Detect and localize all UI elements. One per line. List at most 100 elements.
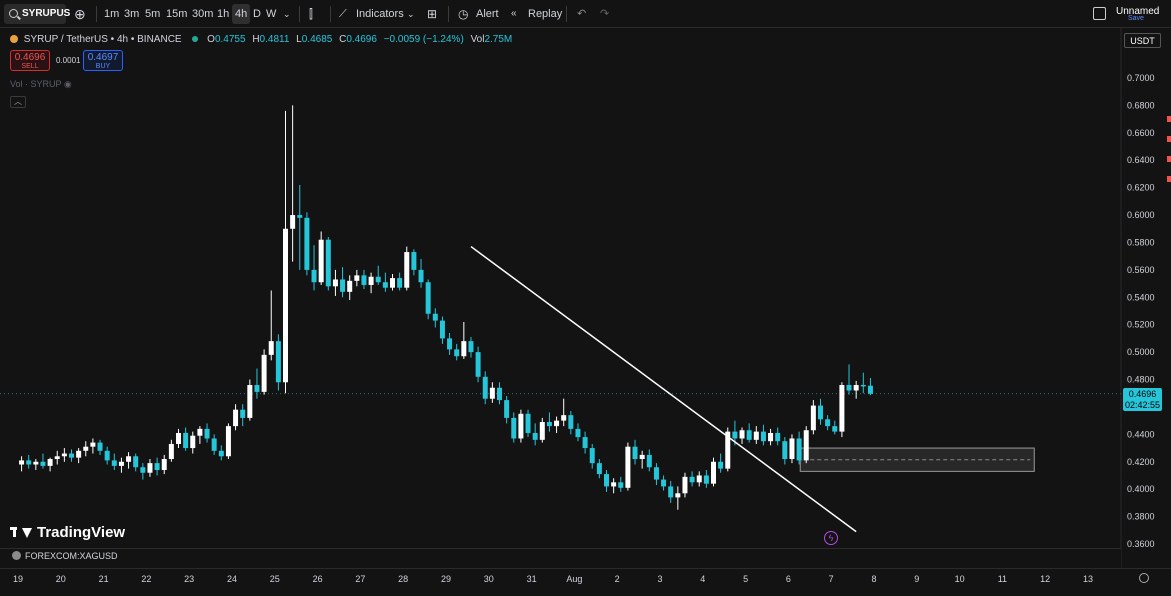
bar-countdown: 02:42:55	[1123, 400, 1162, 411]
chevron-down-icon[interactable]: ⌄	[407, 4, 415, 24]
time-tick-label: 25	[270, 574, 280, 584]
candle-body	[326, 240, 331, 287]
timeframe-5m[interactable]: 5m	[145, 4, 160, 24]
tradingview-mark-icon	[10, 525, 24, 539]
candle-body	[55, 456, 60, 459]
candle-body	[240, 410, 245, 418]
candle-type-icon[interactable]: ⫿	[309, 4, 313, 24]
price-tick-label: 0.6000	[1127, 210, 1155, 220]
candle-body	[19, 460, 24, 464]
timeframe-15m[interactable]: 15m	[166, 4, 187, 24]
candle-body	[789, 438, 794, 459]
time-axis[interactable]	[0, 568, 1171, 596]
compare-symbol[interactable]: FOREXCOM:XAGUSD	[12, 551, 118, 561]
price-tick-label: 0.5000	[1127, 347, 1155, 357]
price-tick-label: 0.4000	[1127, 484, 1155, 494]
alert-marker	[1167, 176, 1171, 182]
candle-body	[48, 459, 53, 466]
candle-body	[540, 422, 545, 440]
price-tick-label: 0.6600	[1127, 128, 1155, 138]
redo-icon[interactable]: ↷	[600, 4, 609, 24]
candle-body	[247, 385, 252, 418]
price-chart[interactable]: 0.36000.38000.40000.42000.44000.46000.48…	[0, 28, 1171, 568]
change-value: −0.0059 (−1.24%)	[384, 34, 464, 45]
candle-body	[219, 451, 224, 456]
symbol-logo-icon	[10, 35, 18, 43]
layout-checkbox-icon[interactable]	[1093, 7, 1106, 20]
time-tick-label: 12	[1040, 574, 1050, 584]
price-axis[interactable]: 0.36000.38000.40000.42000.44000.46000.48…	[1121, 28, 1171, 568]
chevron-down-icon[interactable]: ⌄	[283, 4, 291, 24]
buy-button[interactable]: 0.4697 BUY	[83, 50, 123, 71]
toolbar-divider	[566, 6, 567, 22]
candle-body	[568, 415, 573, 429]
time-tick-label: 6	[786, 574, 791, 584]
candle-body	[205, 429, 210, 439]
candle-body	[811, 406, 816, 431]
consolidation-zone[interactable]	[800, 448, 1034, 471]
candle-body	[868, 386, 873, 394]
candle-body	[640, 455, 645, 459]
gear-icon[interactable]	[1139, 573, 1149, 583]
time-tick-label: 30	[484, 574, 494, 584]
symbol-search-button[interactable]: SYRUPUS	[4, 4, 66, 24]
undo-icon[interactable]: ↶	[577, 4, 586, 24]
timeframe-1m[interactable]: 1m	[104, 4, 119, 24]
lightning-icon[interactable]: ϟ	[824, 531, 838, 545]
time-tick-label: 2	[615, 574, 620, 584]
candle-body	[668, 486, 673, 497]
time-tick-label: 10	[955, 574, 965, 584]
candle-body	[140, 467, 145, 472]
replay-icon[interactable]: «	[511, 4, 517, 24]
timeframe-30m[interactable]: 30m	[192, 4, 213, 24]
alert-button[interactable]: Alert	[476, 4, 499, 24]
sell-price: 0.4696	[11, 52, 49, 63]
replay-button[interactable]: Replay	[528, 4, 562, 24]
candle-body	[861, 385, 866, 386]
compare-add-icon[interactable]: ⊕	[74, 4, 86, 24]
spread-value: 0.0001	[56, 56, 80, 65]
volume-study-label[interactable]: Vol · SYRUP ◉	[10, 79, 72, 90]
candle-body	[561, 415, 566, 420]
timeframe-1h[interactable]: 1h	[217, 4, 229, 24]
timeframe-4h[interactable]: 4h	[232, 4, 250, 24]
tradingview-logo[interactable]: TradingView	[10, 524, 125, 544]
currency-unit-button[interactable]: USDT	[1124, 33, 1161, 48]
time-tick-label: 13	[1083, 574, 1093, 584]
time-tick-label: 29	[441, 574, 451, 584]
candle-body	[411, 252, 416, 270]
timeframe-3m[interactable]: 3m	[124, 4, 139, 24]
indicators-icon[interactable]: ⟋	[339, 4, 347, 24]
save-button[interactable]: Save	[1128, 15, 1144, 22]
candle-body	[583, 437, 588, 448]
candle-body	[354, 275, 359, 280]
timeframe-d[interactable]: D	[253, 4, 261, 24]
candle-body	[304, 218, 309, 270]
candle-body	[754, 432, 759, 440]
legend-title[interactable]: SYRUP / TetherUS • 4h • BINANCE	[24, 34, 182, 45]
candle-body	[690, 477, 695, 482]
candle-body	[454, 349, 459, 356]
candle-body	[433, 314, 438, 321]
indicators-button[interactable]: Indicators	[356, 4, 404, 24]
candle-body	[704, 475, 709, 483]
eye-icon[interactable]: ◉	[64, 79, 72, 89]
alert-clock-icon[interactable]: ◷	[458, 4, 468, 24]
toolbar-divider	[330, 6, 331, 22]
sell-button[interactable]: 0.4696 SELL	[10, 50, 50, 71]
price-tick-label: 0.6400	[1127, 155, 1155, 165]
timeframe-w[interactable]: W	[266, 4, 276, 24]
time-tick-label: 21	[99, 574, 109, 584]
price-tick-label: 0.5800	[1127, 237, 1155, 247]
candle-body	[276, 341, 281, 382]
price-tick-label: 0.6800	[1127, 100, 1155, 110]
candle-body	[782, 441, 787, 459]
price-tick-label: 0.3800	[1127, 512, 1155, 522]
price-tick-label: 0.4200	[1127, 457, 1155, 467]
toolbar-divider	[448, 6, 449, 22]
market-open-dot	[192, 36, 198, 42]
compare-pane	[0, 548, 1121, 568]
candle-body	[518, 414, 523, 439]
chevron-up-icon[interactable]: ︿	[10, 96, 26, 108]
layout-grid-icon[interactable]: ⊞	[427, 4, 437, 24]
